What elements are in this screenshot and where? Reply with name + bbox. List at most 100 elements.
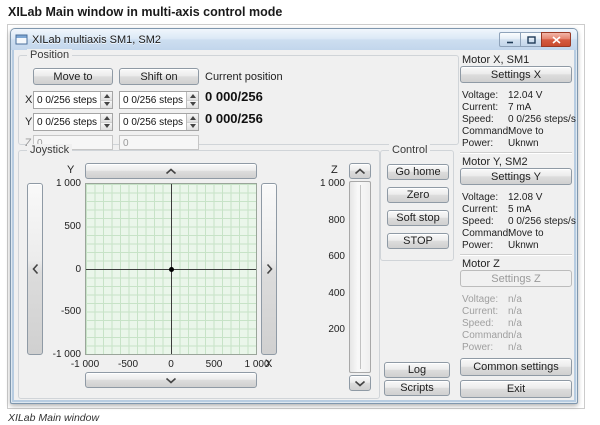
chevron-down-icon xyxy=(165,377,177,384)
triangle-down-icon xyxy=(104,124,110,128)
z-tick: 1 000 xyxy=(303,178,345,189)
motor-z-current-row: Current:n/a xyxy=(462,306,522,317)
zero-button[interactable]: Zero xyxy=(387,187,449,203)
x-target-spinbox[interactable]: 0 0/256 steps xyxy=(33,91,113,109)
settings-x-button[interactable]: Settings X xyxy=(460,66,572,83)
x-tick: -1 000 xyxy=(63,359,107,370)
joystick-group: Joystick Y xyxy=(18,150,380,399)
soft-stop-button[interactable]: Soft stop xyxy=(387,210,449,226)
separator xyxy=(460,152,572,154)
x-axis-row-label: X xyxy=(25,94,32,106)
triangle-up-icon xyxy=(190,94,196,98)
joystick-position-dot[interactable] xyxy=(169,267,174,272)
close-button[interactable] xyxy=(541,32,571,47)
scripts-button[interactable]: Scripts xyxy=(384,380,450,396)
spinbox-value: 0 0/256 steps xyxy=(120,92,186,108)
spin-down-button[interactable] xyxy=(101,123,112,131)
x-shift-spinbox[interactable]: 0 0/256 steps xyxy=(119,91,199,109)
motor-y-power-row: Power:Uknwn xyxy=(462,240,539,251)
joystick-z-axis-label: Z xyxy=(331,164,338,176)
spin-down-button[interactable] xyxy=(187,101,198,109)
joystick-up-button[interactable] xyxy=(85,163,257,179)
motor-y-title: Motor Y, SM2 xyxy=(462,156,528,168)
motor-y-voltage-row: Voltage:12.08 V xyxy=(462,192,542,203)
move-to-button[interactable]: Move to xyxy=(33,68,113,85)
z-tick: 200 xyxy=(303,324,345,335)
motor-z-speed-row: Speed:n/a xyxy=(462,318,522,329)
shift-on-button[interactable]: Shift on xyxy=(119,68,199,85)
spin-up-button[interactable] xyxy=(187,114,198,123)
maximize-icon xyxy=(527,36,536,44)
motor-x-title: Motor X, SM1 xyxy=(462,54,529,66)
spin-up-button[interactable] xyxy=(101,92,112,101)
settings-y-button[interactable]: Settings Y xyxy=(460,168,572,185)
joystick-y-axis-label: Y xyxy=(67,164,74,176)
chevron-down-icon xyxy=(354,380,366,387)
position-group: Position Move to Shift on Current positi… xyxy=(18,55,459,145)
xilab-window: XILab multiaxis SM1, SM2 Position xyxy=(10,28,578,404)
settings-z-button: Settings Z xyxy=(460,270,572,287)
stop-button[interactable]: STOP xyxy=(387,233,449,249)
control-group-label: Control xyxy=(389,144,430,156)
joystick-x-axis-label: X xyxy=(265,358,272,370)
triangle-up-icon xyxy=(190,116,196,120)
triangle-down-icon xyxy=(104,102,110,106)
documentation-page: XILab Main window in multi-axis control … xyxy=(0,0,600,425)
log-button[interactable]: Log xyxy=(384,362,450,378)
spin-up-button[interactable] xyxy=(187,92,198,101)
triangle-up-icon xyxy=(104,94,110,98)
z-tick: 600 xyxy=(303,251,345,262)
common-settings-button[interactable]: Common settings xyxy=(460,358,572,376)
exit-button[interactable]: Exit xyxy=(460,380,572,398)
y-tick: -500 xyxy=(39,306,81,317)
field-value: 0 xyxy=(120,136,198,149)
minimize-button[interactable] xyxy=(499,32,521,47)
triangle-down-icon xyxy=(190,124,196,128)
spin-down-button[interactable] xyxy=(101,101,112,109)
motor-x-command-row: Command:Move to xyxy=(462,126,544,137)
separator xyxy=(460,254,572,256)
motor-y-command-row: Command:Move to xyxy=(462,228,544,239)
motor-z-power-row: Power:n/a xyxy=(462,342,522,353)
position-group-label: Position xyxy=(27,49,72,61)
z-up-button[interactable] xyxy=(349,163,371,179)
z-slider-track[interactable] xyxy=(349,181,371,373)
screenshot-figure: XILab multiaxis SM1, SM2 Position xyxy=(7,24,585,409)
y-tick: 1 000 xyxy=(39,178,81,189)
z-down-button[interactable] xyxy=(349,375,371,391)
spin-up-button[interactable] xyxy=(101,114,112,123)
motor-z-command-row: Command:n/a xyxy=(462,330,522,341)
motor-z-voltage-row: Voltage:n/a xyxy=(462,294,522,305)
y-shift-spinbox[interactable]: 0 0/256 steps xyxy=(119,113,199,131)
maximize-button[interactable] xyxy=(520,32,542,47)
x-current-position: 0 000/256 xyxy=(205,89,263,104)
chevron-up-icon xyxy=(354,168,366,175)
titlebar[interactable]: XILab multiaxis SM1, SM2 xyxy=(11,29,577,50)
y-target-spinbox[interactable]: 0 0/256 steps xyxy=(33,113,113,131)
x-tick: 500 xyxy=(192,359,236,370)
y-tick: 500 xyxy=(39,221,81,232)
control-group: Control Go home Zero Soft stop STOP xyxy=(380,150,454,261)
client-area: Position Move to Shift on Current positi… xyxy=(14,50,574,400)
joystick-right-button[interactable] xyxy=(261,183,277,355)
joystick-down-button[interactable] xyxy=(85,372,257,388)
joystick-group-label: Joystick xyxy=(27,144,72,156)
spin-down-button[interactable] xyxy=(187,123,198,131)
spinbox-value: 0 0/256 steps xyxy=(120,114,186,130)
chevron-up-icon xyxy=(165,168,177,175)
go-home-button[interactable]: Go home xyxy=(387,164,449,180)
joystick-plot[interactable] xyxy=(85,183,257,355)
x-tick: 1 000 xyxy=(235,359,279,370)
z-tick: 400 xyxy=(303,288,345,299)
window-controls xyxy=(500,32,571,47)
close-icon xyxy=(552,36,561,44)
y-axis-row-label: Y xyxy=(25,116,32,128)
motor-x-power-row: Power:Uknwn xyxy=(462,138,539,149)
motor-z-title: Motor Z xyxy=(462,258,500,270)
chevron-right-icon xyxy=(266,263,273,275)
z-slider-groove xyxy=(360,185,361,369)
spinbox-value: 0 0/256 steps xyxy=(34,114,100,130)
chevron-left-icon xyxy=(32,263,39,275)
triangle-down-icon xyxy=(190,102,196,106)
x-tick: 0 xyxy=(149,359,193,370)
